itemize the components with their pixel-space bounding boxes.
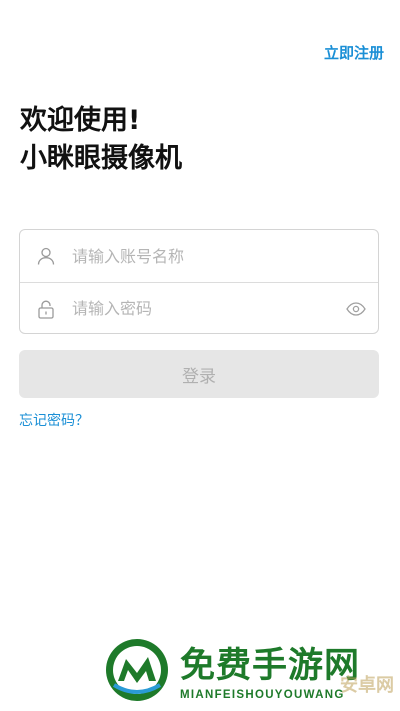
password-input[interactable] [72, 283, 334, 333]
eye-icon[interactable] [334, 283, 378, 334]
watermark-subtitle: MIANFEISHOUYOUWANG [180, 689, 345, 701]
app-name: 小眯眼摄像机 [20, 143, 182, 174]
user-icon [20, 230, 72, 282]
login-button[interactable]: 登录 [19, 350, 379, 398]
watermark-faint-text: 安卓网 [340, 675, 394, 696]
account-field [20, 230, 378, 282]
register-link[interactable]: 立即注册 [324, 42, 384, 63]
welcome-heading: 欢迎使用! 小眯眼摄像机 [20, 102, 182, 178]
login-form [19, 229, 379, 334]
forgot-password-link[interactable]: 忘记密码？ [19, 410, 89, 430]
watermark-title: 免费手游网 [180, 645, 361, 686]
account-input[interactable] [72, 230, 378, 282]
watermark: 免费手游网 安卓网 MIANFEISHOUYOUWANG [100, 633, 400, 711]
watermark-logo-icon [104, 637, 170, 707]
welcome-line-1: 欢迎使用! [20, 105, 141, 136]
lock-icon [20, 283, 72, 334]
password-field [20, 282, 378, 334]
